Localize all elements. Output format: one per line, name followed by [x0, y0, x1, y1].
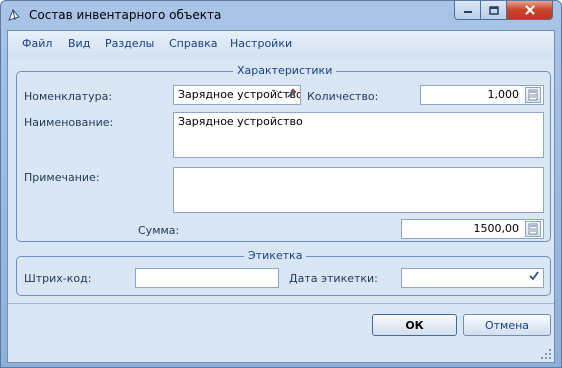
- ellipsis-icon: ···: [272, 87, 282, 98]
- pick-icon: [287, 88, 297, 98]
- minimize-icon: [463, 11, 472, 13]
- label-group-title: Этикетка: [244, 249, 307, 262]
- resize-grip-icon[interactable]: [540, 348, 552, 360]
- nomenclature-field[interactable]: Зарядное устройство ···: [173, 85, 301, 105]
- quantity-label: Количество:: [307, 90, 379, 103]
- menu-file[interactable]: Файл: [22, 37, 52, 50]
- menu-sections[interactable]: Разделы: [105, 37, 154, 50]
- label-date-field[interactable]: [401, 268, 544, 288]
- calculator-icon: [528, 89, 538, 101]
- cancel-button-label: Отмена: [484, 318, 530, 332]
- sum-label: Сумма:: [138, 224, 180, 237]
- ok-button-label: ОК: [405, 318, 424, 332]
- name-field[interactable]: Зарядное устройство: [173, 112, 544, 158]
- barcode-label: Штрих-код:: [24, 272, 92, 285]
- barcode-field[interactable]: [135, 268, 279, 288]
- sum-calculator-button[interactable]: [525, 221, 541, 237]
- sum-field[interactable]: 1500,00: [401, 219, 544, 239]
- menu-help[interactable]: Справка: [169, 37, 217, 50]
- name-label: Наименование:: [24, 116, 114, 129]
- dialog-window: Состав инвентарного объекта Файл Вид Раз…: [0, 0, 562, 368]
- sum-value: 1500,00: [473, 222, 520, 235]
- ellipsis-button[interactable]: ···: [270, 87, 284, 103]
- footer-separator: [8, 303, 554, 304]
- pick-button[interactable]: [285, 87, 299, 103]
- maximize-icon: [488, 5, 499, 15]
- label-group: Этикетка Штрих-код: Дата этикетки:: [16, 249, 551, 296]
- close-icon: [524, 5, 535, 15]
- menu-settings[interactable]: Настройки: [230, 37, 292, 50]
- close-button[interactable]: [506, 1, 553, 20]
- note-label: Примечание:: [24, 171, 100, 184]
- menu-view[interactable]: Вид: [68, 37, 90, 50]
- maximize-button[interactable]: [480, 1, 507, 20]
- characteristics-group: Характеристики Номенклатура: Зарядное ус…: [16, 64, 551, 242]
- name-value: Зарядное устройство: [178, 115, 303, 128]
- app-icon: [7, 8, 21, 22]
- menu-bar: Файл Вид Разделы Справка Настройки: [8, 31, 554, 57]
- characteristics-title: Характеристики: [233, 64, 337, 77]
- quantity-calculator-button[interactable]: [525, 87, 541, 103]
- label-date-checkbox[interactable]: [527, 270, 541, 286]
- ok-button[interactable]: ОК: [372, 314, 457, 336]
- quantity-field[interactable]: 1,000: [420, 85, 544, 105]
- cancel-button[interactable]: Отмена: [463, 314, 551, 336]
- calculator-icon: [528, 223, 538, 235]
- quantity-value: 1,000: [487, 88, 520, 101]
- nomenclature-label: Номенклатура:: [24, 90, 113, 103]
- title-bar[interactable]: Состав инвентарного объекта: [1, 1, 561, 29]
- note-field[interactable]: [173, 167, 544, 213]
- minimize-button[interactable]: [454, 1, 481, 20]
- window-title: Состав инвентарного объекта: [29, 8, 222, 22]
- checkmark-icon: [529, 271, 539, 281]
- dialog-client-area: Файл Вид Разделы Справка Настройки Харак…: [7, 30, 555, 363]
- label-date-label: Дата этикетки:: [289, 272, 378, 285]
